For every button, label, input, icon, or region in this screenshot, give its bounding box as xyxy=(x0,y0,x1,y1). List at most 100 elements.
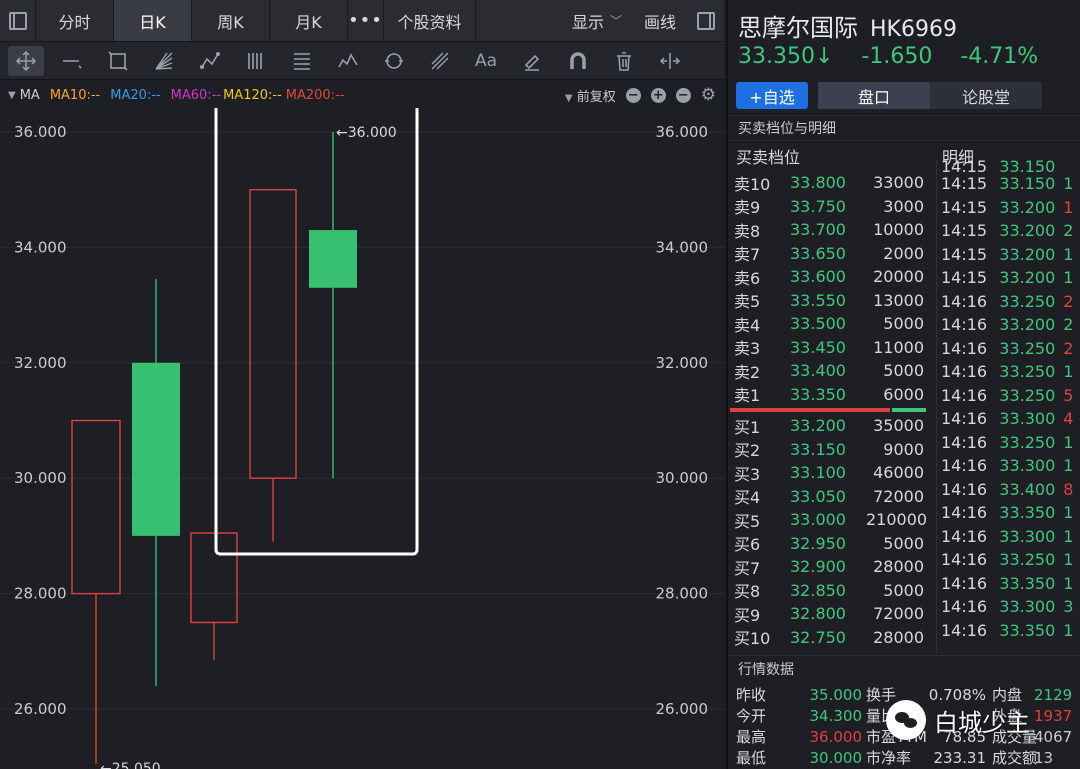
bid-level-row[interactable]: 买5 33.000 210000 xyxy=(728,508,928,532)
md-value: 34.300 xyxy=(809,706,863,725)
ask-level-row[interactable]: 卖8 33.700 10000 xyxy=(728,218,928,242)
level-price: 32.850 xyxy=(790,580,846,600)
md-value: 2129 xyxy=(1034,685,1073,704)
candle-body xyxy=(71,419,121,595)
bid-level-row[interactable]: 买6 32.950 5000 xyxy=(728,532,928,556)
ma10-value: MA10:-- xyxy=(49,87,101,103)
y-tick-label-right: 30.000 xyxy=(656,469,709,487)
gear-icon[interactable]: ⚙ xyxy=(701,85,716,105)
tab-stock-info[interactable]: 个股资料 xyxy=(384,0,476,41)
level-label: 买9 xyxy=(734,605,761,625)
tab-intraday[interactable]: 分时 xyxy=(36,0,114,41)
display-label: 显示 xyxy=(571,12,604,32)
tick-row: 14:16 33.300 3 xyxy=(937,595,1080,619)
toggle-right-panel-icon[interactable] xyxy=(688,0,724,41)
bid-level-row[interactable]: 买4 33.050 72000 xyxy=(728,485,928,509)
expand-horizontal-icon[interactable] xyxy=(652,46,688,76)
wave-tool-icon[interactable] xyxy=(330,46,366,76)
toggle-left-panel-icon[interactable] xyxy=(0,0,36,41)
market-data-title: 行情数据 xyxy=(738,662,794,678)
y-tick-label-right: 26.000 xyxy=(656,700,709,718)
ask-level-row[interactable]: 卖3 33.450 11000 xyxy=(728,336,928,360)
gann-tool-icon[interactable] xyxy=(422,46,458,76)
level-label: 卖3 xyxy=(734,339,761,359)
tab-monthly-k[interactable]: 月K xyxy=(270,0,348,41)
level-volume: 2000 xyxy=(883,243,924,263)
eraser-tool-icon[interactable] xyxy=(514,46,550,76)
ask-level-row[interactable]: 卖1 33.350 6000 xyxy=(728,383,928,407)
tick-time: 14:16 xyxy=(941,362,988,382)
ask-level-row[interactable]: 卖10 33.800 33000 xyxy=(728,171,928,195)
tick-row: 14:15 33.200 1 xyxy=(937,196,1080,220)
adjust-label: 前复权 xyxy=(576,89,616,105)
bid-level-row[interactable]: 买8 32.850 5000 xyxy=(728,579,928,603)
md-value: 30.000 xyxy=(809,748,863,767)
trash-icon[interactable] xyxy=(606,46,642,76)
level-volume: 46000 xyxy=(873,463,924,483)
display-dropdown[interactable]: 显示 ﹀ xyxy=(562,0,632,41)
ask-level-row[interactable]: 卖6 33.600 20000 xyxy=(728,265,928,289)
bid-level-row[interactable]: 买2 33.150 9000 xyxy=(728,438,928,462)
tick-volume: 1 xyxy=(1063,174,1074,194)
fibonacci-tool-icon[interactable] xyxy=(284,46,320,76)
md-key: 今开 xyxy=(736,707,767,725)
caret-down-icon[interactable]: ▼ xyxy=(8,90,16,101)
bid-level-row[interactable]: 买3 33.100 46000 xyxy=(728,461,928,485)
tick-price: 33.200 xyxy=(999,221,1056,241)
pattern-tool-icon[interactable] xyxy=(192,46,228,76)
magnet-tool-icon[interactable] xyxy=(560,46,596,76)
tick-price: 33.300 xyxy=(999,597,1056,617)
bid-level-row[interactable]: 买7 32.900 28000 xyxy=(728,555,928,579)
ask-ratio-fill xyxy=(730,408,890,412)
y-tick-label-right: 28.000 xyxy=(656,585,709,603)
tab-daily-k[interactable]: 日K xyxy=(114,0,192,41)
tick-time: 14:16 xyxy=(941,479,988,499)
price-change: -1.650 xyxy=(861,44,933,69)
parallel-lines-tool-icon[interactable] xyxy=(238,46,274,76)
level-price: 32.950 xyxy=(790,533,846,553)
text-tool-icon[interactable]: Aa xyxy=(468,46,504,76)
ask-level-row[interactable]: 卖9 33.750 3000 xyxy=(728,195,928,219)
cycle-tool-icon[interactable] xyxy=(376,46,412,76)
tick-time: 14:16 xyxy=(941,526,988,546)
y-tick-label-right: 36.000 xyxy=(656,123,709,141)
trade-ticks-list[interactable]: 14:15 33.150 14:15 33.150 1 14:15 33.200 1 14:15… xyxy=(936,160,1080,654)
bid-level-row[interactable]: 买1 33.200 35000 xyxy=(728,414,928,438)
bid-ratio-fill xyxy=(892,408,926,412)
ask-level-row[interactable]: 卖2 33.400 5000 xyxy=(728,359,928,383)
ask-level-row[interactable]: 卖5 33.550 13000 xyxy=(728,289,928,313)
ask-level-row[interactable]: 卖7 33.650 2000 xyxy=(728,242,928,266)
add-watchlist-button[interactable]: +自选 xyxy=(736,82,808,109)
more-tabs-button[interactable]: ••• xyxy=(348,0,384,41)
rectangle-tool-icon[interactable] xyxy=(100,46,136,76)
ma-indicator-label[interactable]: MA xyxy=(20,88,40,103)
ask-level-row[interactable]: 卖4 33.500 5000 xyxy=(728,312,928,336)
tick-volume: 2 xyxy=(1063,291,1074,311)
tab-weekly-k[interactable]: 周K xyxy=(192,0,270,41)
tick-row: 14:16 33.250 2 xyxy=(937,290,1080,314)
tab-forum[interactable]: 论股堂 xyxy=(930,82,1042,109)
tick-volume: 1 xyxy=(1063,197,1074,217)
crosshair-tool-icon[interactable] xyxy=(8,45,44,76)
draw-lines-button[interactable]: 画线 xyxy=(632,0,688,41)
tick-row: 14:16 33.300 1 xyxy=(937,454,1080,478)
horizontal-line-tool-icon[interactable] xyxy=(54,46,90,76)
bid-level-row[interactable]: 买10 32.750 28000 xyxy=(728,626,928,650)
zoom-out-icon[interactable]: − xyxy=(625,87,641,103)
tab-order-book[interactable]: 盘口 xyxy=(818,82,930,109)
candlestick-chart[interactable]: 36.000 36.000 34.000 34.000 32.000 32.000 30.0… xyxy=(0,108,724,769)
fan-lines-tool-icon[interactable] xyxy=(146,46,182,76)
tick-time: 14:16 xyxy=(941,503,988,523)
tick-price: 33.300 xyxy=(999,526,1056,546)
level-volume: 35000 xyxy=(873,416,924,436)
level-volume: 5000 xyxy=(883,361,924,381)
zoom-in-icon[interactable]: + xyxy=(650,87,666,103)
remove-indicator-icon[interactable]: − xyxy=(675,87,691,103)
level-volume: 5000 xyxy=(883,314,924,334)
watermark: 白城少主 xyxy=(886,700,1030,740)
tick-volume: 1 xyxy=(1063,526,1074,546)
level-volume: 28000 xyxy=(873,557,924,577)
y-tick-label-left: 36.000 xyxy=(14,123,67,141)
bid-level-row[interactable]: 买9 32.800 72000 xyxy=(728,602,928,626)
adjust-dropdown[interactable]: ▼ 前复权 xyxy=(565,86,616,105)
